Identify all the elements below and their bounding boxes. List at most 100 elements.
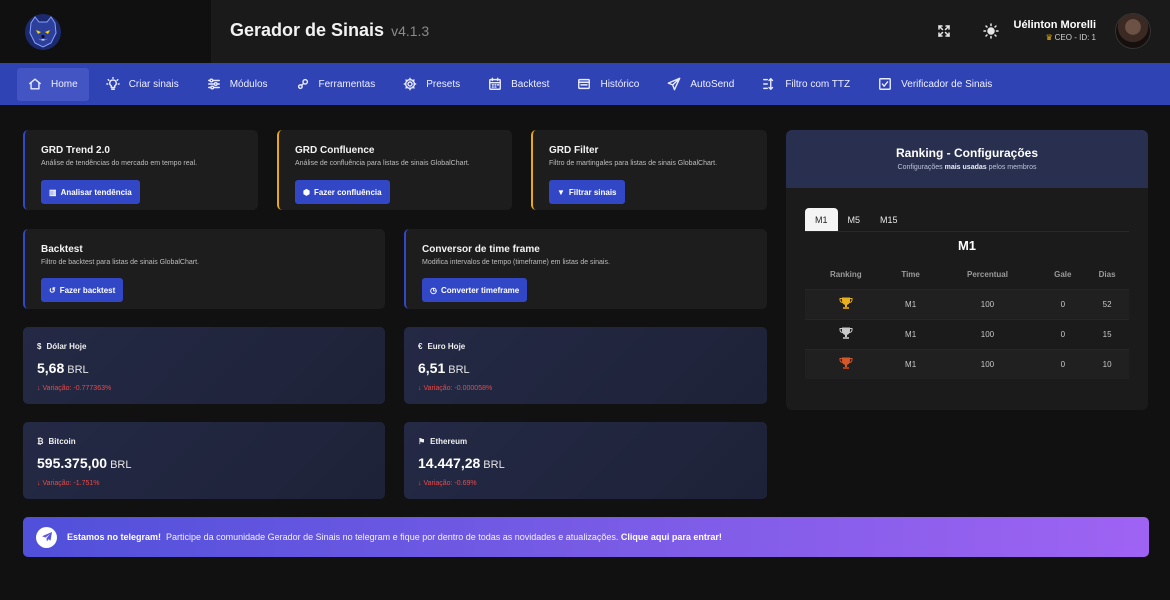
card-grd-trend: GRD Trend 2.0 Análise de tendências do m…	[23, 130, 258, 210]
avatar[interactable]	[1115, 13, 1151, 49]
stat-value-number: 6,51	[418, 360, 446, 376]
banner-bold: Estamos no telegram!	[67, 532, 162, 542]
nav-item-presets[interactable]: Presets	[392, 68, 471, 101]
stat-value: 5,68 BRL	[37, 360, 89, 376]
stat-label: $ Dólar Hoje	[37, 342, 86, 351]
nav-item-ferramentas[interactable]: Ferramentas	[285, 68, 387, 101]
page-title: Gerador de Sinais v4.1.3	[230, 20, 429, 41]
column-header: Dias	[1098, 270, 1116, 280]
table-row: M1 100 0 52	[805, 288, 1129, 319]
card-desc: Análise de tendências do mercado em temp…	[41, 160, 198, 167]
card-title: Conversor de time frame	[422, 244, 540, 255]
card-backtest: Backtest Filtro de backtest para listas …	[23, 229, 385, 309]
stat-variation: ↓ Variação: -0.69%	[418, 480, 477, 487]
nav-item-label: Home	[51, 78, 78, 90]
gale-cell: 0	[1040, 318, 1086, 349]
nav-item-modulos[interactable]: Módulos	[196, 68, 279, 101]
stat-label-text: Euro Hoje	[427, 342, 466, 351]
nav-item-label: Ferramentas	[318, 78, 376, 90]
stat-value-number: 595.375,00	[37, 455, 108, 471]
button-label: Fazer backtest	[59, 285, 116, 295]
card-desc: Filtro de backtest para listas de sinais…	[41, 259, 199, 266]
fazer-backtest-button[interactable]: ↺ Fazer backtest	[41, 278, 124, 302]
fazer-confluencia-button[interactable]: ⬢ Fazer confluência	[295, 180, 390, 204]
telegram-banner[interactable]: Estamos no telegram! Participe da comuni…	[23, 517, 1149, 557]
stat-unit: BRL	[483, 459, 505, 471]
nav-item-verificador[interactable]: Verificador de Sinais	[867, 68, 1003, 101]
card-conversor-timeframe: Conversor de time frame Modifica interva…	[404, 229, 767, 309]
rank-cell	[805, 288, 887, 319]
rank-cell	[805, 348, 887, 379]
column-header: Percentual	[967, 270, 1008, 280]
ranking-panel: Ranking - Configurações Configurações ma…	[786, 130, 1148, 410]
nav-item-backtest[interactable]: Backtest	[477, 68, 560, 101]
table-row: M1 100 0 15	[805, 318, 1129, 349]
stat-label-text: Dólar Hoje	[46, 342, 87, 351]
app-title-text: Gerador de Sinais	[230, 20, 385, 40]
send-icon	[667, 77, 681, 91]
fullscreen-icon[interactable]	[933, 20, 955, 42]
user-role-text: CEO - ID: 1	[1054, 33, 1096, 42]
gold-trophy-icon	[839, 297, 853, 309]
stat-label-text: Ethereum	[430, 437, 468, 446]
stat-value-number: 14.447,28	[418, 455, 481, 471]
nav-item-autosend[interactable]: AutoSend	[656, 68, 745, 101]
gear-icon	[403, 77, 417, 91]
gale-cell: 0	[1040, 348, 1086, 379]
ranking-subtitle-pre: Configurações	[897, 164, 943, 171]
ranking-header: Ranking - Configurações Configurações ma…	[786, 130, 1148, 188]
dias-cell: 15	[1085, 318, 1129, 349]
percentual-cell: 100	[934, 348, 1041, 379]
stat-card-euro: € Euro Hoje 6,51 BRL ↓ Variação: -0.000058…	[404, 327, 767, 404]
stat-value: 6,51 BRL	[418, 360, 470, 376]
card-title: Backtest	[41, 244, 83, 255]
filtrar-sinais-button[interactable]: ▼ Filtrar sinais	[549, 180, 625, 204]
lightbulb-icon	[105, 77, 120, 90]
logo[interactable]	[0, 0, 211, 63]
silver-trophy-icon	[839, 327, 853, 339]
nav-item-label: Filtro com TTZ	[785, 78, 851, 90]
banner-message: Participe da comunidade Gerador de Sinai…	[166, 532, 619, 542]
converter-timeframe-button[interactable]: ◷ Converter timeframe	[422, 278, 528, 302]
nav-item-home[interactable]: Home	[17, 67, 89, 101]
stat-label: € Euro Hoje	[418, 342, 465, 351]
button-label: Filtrar sinais	[568, 187, 617, 197]
card-desc: Análise de confluência para listas de si…	[295, 160, 470, 167]
theme-toggle-sun-icon[interactable]	[980, 20, 1002, 42]
column-header: Ranking	[830, 270, 862, 280]
stat-variation-text: Variação: -0.69%	[423, 480, 477, 487]
bitcoin-icon: ₿	[37, 437, 44, 446]
bronze-trophy-icon	[839, 357, 853, 370]
tab-m5[interactable]: M5	[838, 208, 871, 232]
stat-unit: BRL	[67, 364, 89, 376]
ranking-subtitle: Configurações mais usadas pelos membros	[786, 164, 1148, 171]
card-grd-confluence: GRD Confluence Análise de confluência pa…	[277, 130, 512, 210]
time-cell: M1	[886, 348, 935, 379]
percentual-cell: 100	[934, 318, 1041, 349]
nav-item-criar-sinais[interactable]: Criar sinais	[95, 68, 190, 101]
user-role: ♛ CEO - ID: 1	[1045, 33, 1096, 42]
euro-icon: €	[418, 342, 423, 351]
ranking-tabs: M1 M5 M15	[805, 208, 908, 232]
dias-cell: 52	[1085, 288, 1129, 319]
app-version: v4.1.3	[391, 23, 430, 39]
stat-card-ethereum: ⚑ Ethereum 14.447,28 BRL ↓ Variação: -0.69…	[404, 422, 767, 499]
crown-icon: ♛	[1045, 33, 1053, 42]
nav-item-historico[interactable]: Histórico	[566, 68, 650, 101]
button-label: Fazer confluência	[313, 187, 382, 197]
banner-cta-link[interactable]: Clique aqui para entrar!	[621, 532, 722, 542]
analisar-tendencia-button[interactable]: ▥ Analisar tendência	[41, 180, 140, 204]
stat-value-number: 5,68	[37, 360, 65, 376]
nav-item-filtro-ttz[interactable]: Filtro com TTZ	[751, 68, 861, 101]
column-header: Time	[901, 270, 920, 280]
nav-item-label: Criar sinais	[128, 78, 179, 90]
tab-m15[interactable]: M15	[870, 208, 908, 232]
gale-cell: 0	[1040, 288, 1086, 319]
rank-cell	[805, 318, 887, 349]
stat-card-dolar: $ Dólar Hoje 5,68 BRL ↓ Variação: -0.77736…	[23, 327, 385, 404]
stat-value: 595.375,00 BRL	[37, 455, 131, 471]
dollar-icon: $	[37, 342, 42, 351]
flag-icon: ⚑	[418, 437, 426, 446]
card-grd-filter: GRD Filter Filtro de martingales para li…	[531, 130, 767, 210]
tab-m1[interactable]: M1	[805, 208, 838, 232]
